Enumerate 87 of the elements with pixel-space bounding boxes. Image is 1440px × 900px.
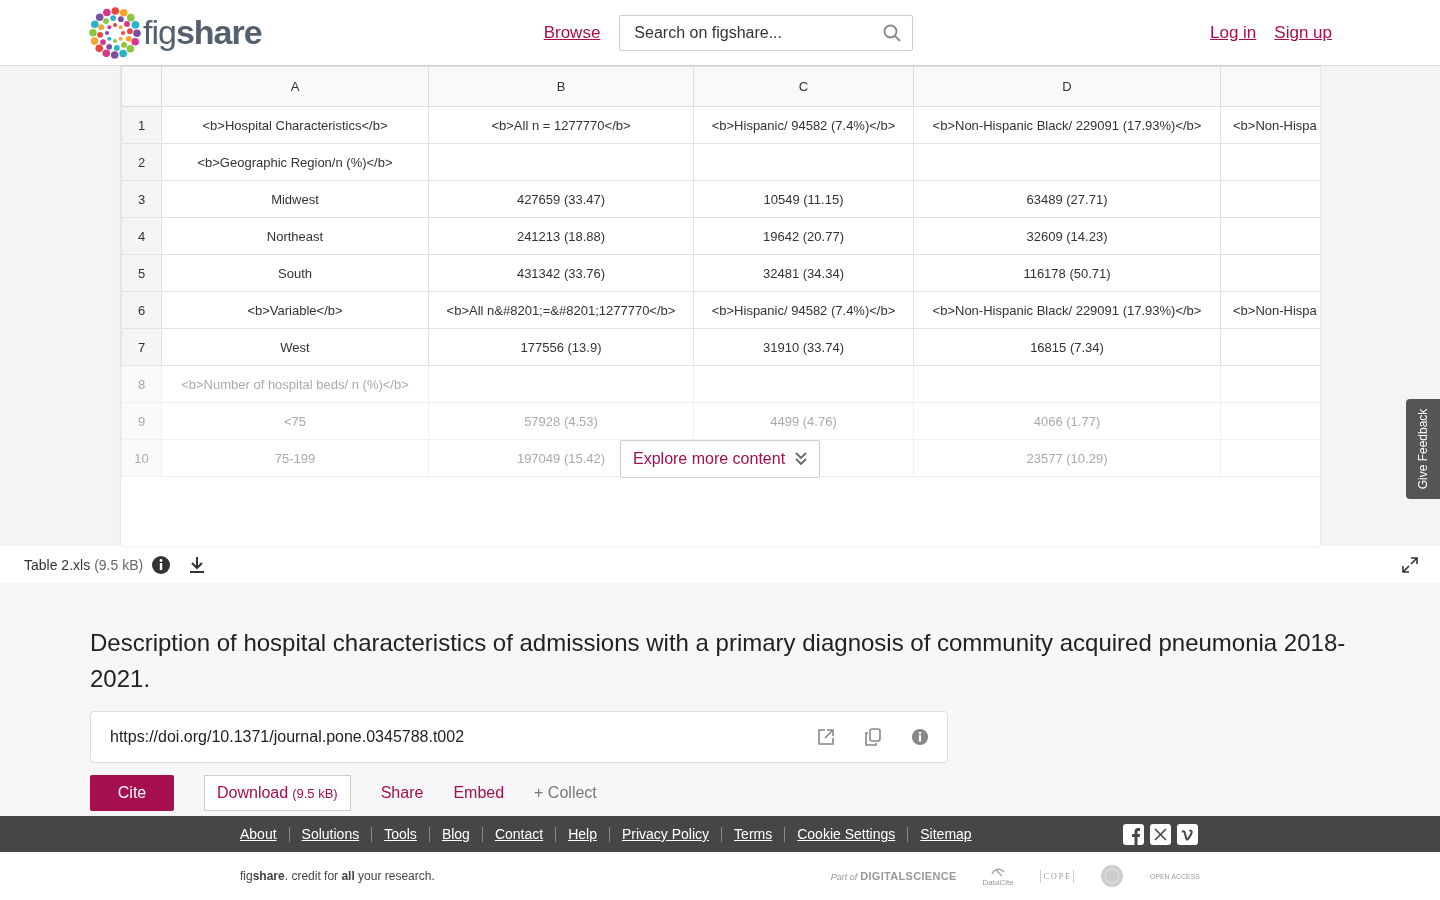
- column-header: A: [161, 66, 429, 107]
- footer-link[interactable]: Terms: [734, 826, 773, 842]
- cite-button[interactable]: Cite: [90, 775, 174, 811]
- table-cell: 32609 (14.23): [1026, 228, 1108, 244]
- table-cell: 4066 (1.77): [1033, 413, 1101, 429]
- browse-link[interactable]: Browse: [543, 22, 601, 43]
- table-cell: <b>Non-Hispanic Black/ 229091 (17.93%)</b>: [932, 117, 1202, 133]
- row-number: 7: [137, 339, 146, 355]
- facebook-icon[interactable]: [1123, 823, 1144, 845]
- file-size: (9.5 kB): [94, 556, 144, 573]
- action-link[interactable]: Share: [365, 775, 439, 811]
- row-number: 9: [137, 413, 146, 429]
- row-number: 3: [137, 191, 146, 207]
- x-icon[interactable]: [1150, 823, 1171, 845]
- column-header: D: [913, 66, 1221, 107]
- table-cell: 31910 (33.74): [763, 339, 844, 355]
- footer-link[interactable]: About: [240, 826, 277, 842]
- action-link[interactable]: Embed: [438, 775, 520, 811]
- feedback-tab[interactable]: Give Feedback: [1406, 399, 1440, 499]
- table-cell: <b>Non-Hispanic Black/ 229091 (17.93%)</b>: [932, 302, 1202, 318]
- table-cell: Midwest: [271, 191, 319, 207]
- table-cell: <b>Number of hospital beds/ n (%)</b>: [181, 376, 409, 392]
- row-number: 4: [137, 228, 146, 244]
- table-cell: 116178 (50.71): [1023, 265, 1111, 281]
- table-cell: 32481 (34.34): [763, 265, 844, 281]
- table-cell: <b>Variable</b>: [247, 302, 343, 318]
- footer-link[interactable]: Blog: [441, 826, 470, 842]
- doi-link[interactable]: https://doi.org/10.1371/journal.pone.0345788.t002: [110, 728, 787, 746]
- footer-link[interactable]: Tools: [384, 826, 417, 842]
- file-name: Table 2.xls: [24, 556, 91, 573]
- auth-link[interactable]: Sign up: [1274, 22, 1332, 43]
- table-cell: <b>All n&#8201;=&#8201;1277770</b>: [446, 302, 676, 318]
- row-number: 2: [137, 154, 146, 170]
- footer-tagline: figshare. credit for all your research.: [240, 869, 435, 883]
- footer-link[interactable]: Contact: [494, 826, 544, 842]
- table-cell: 23577 (10.29): [1026, 450, 1108, 466]
- footer-link[interactable]: Sitemap: [920, 826, 972, 842]
- info-icon[interactable]: [151, 554, 172, 575]
- vimeo-icon[interactable]: [1177, 823, 1198, 845]
- table-cell: <b>All n = 1277770</b>: [491, 117, 631, 133]
- copy-icon[interactable]: [865, 728, 881, 746]
- table-cell: South: [278, 265, 312, 281]
- collect-button[interactable]: + Collect: [519, 775, 612, 811]
- row-number: 1: [137, 117, 146, 133]
- logo-wordmark[interactable]: figshare: [143, 13, 262, 52]
- table-cell: <b>Geographic Region/n (%)</b>: [197, 154, 393, 170]
- table-cell: 431342 (33.76): [516, 265, 606, 281]
- download-button[interactable]: Download (9.5 kB): [204, 775, 351, 811]
- external-link-icon[interactable]: [817, 728, 835, 746]
- footer-link[interactable]: Privacy Policy: [621, 826, 710, 842]
- table-cell: 241213 (18.88): [516, 228, 606, 244]
- table-cell: <b>Non-Hispa: [1233, 302, 1317, 318]
- table-cell: <75: [283, 413, 307, 429]
- table-cell: 4499 (4.76): [770, 413, 837, 429]
- search-field[interactable]: Search on figshare...: [619, 14, 914, 51]
- search-icon[interactable]: [883, 23, 902, 42]
- table-cell: Northeast: [266, 228, 324, 244]
- table-cell: 63489 (27.71): [1026, 191, 1108, 207]
- auth-link[interactable]: Log in: [1210, 22, 1257, 43]
- footer-link[interactable]: Cookie Settings: [797, 826, 896, 842]
- footer-link[interactable]: Help: [568, 826, 597, 842]
- download-icon[interactable]: [189, 555, 206, 574]
- table-cell: 427659 (33.47): [516, 191, 606, 207]
- column-header: C: [693, 66, 914, 107]
- table-cell: 19642 (20.77): [763, 228, 844, 244]
- table-cell: <b>Non-Hispa: [1233, 117, 1317, 133]
- table-cell: <b>Hispanic/ 94582 (7.4%)</b>: [711, 117, 896, 133]
- table-cell: 57928 (4.53): [524, 413, 598, 429]
- table-cell: 10549 (11.15): [763, 191, 844, 207]
- row-number: 8: [137, 376, 146, 392]
- row-number: 6: [137, 302, 146, 318]
- table-cell: 75-199: [274, 450, 316, 466]
- table-cell: West: [280, 339, 310, 355]
- column-header: B: [428, 66, 694, 107]
- explore-more-button[interactable]: Explore more content: [620, 440, 821, 478]
- double-chevron-icon: [795, 452, 808, 466]
- row-number: 10: [134, 450, 149, 466]
- footer-link[interactable]: Solutions: [301, 826, 360, 842]
- table-cell: 197049 (15.42): [516, 450, 606, 466]
- table-cell: 16815 (7.34): [1030, 339, 1104, 355]
- table-cell: <b>Hospital Characteristics</b>: [202, 117, 388, 133]
- row-number: 5: [137, 265, 146, 281]
- expand-icon[interactable]: [1402, 556, 1418, 573]
- logo-icon: [89, 6, 141, 59]
- table-cell: 177556 (13.9): [520, 339, 602, 355]
- item-title: Description of hospital characteristics of admissions with a primary diagnosis of community acquired pneumonia 2018-2021.: [90, 628, 1347, 694]
- table-cell: <b>Hispanic/ 94582 (7.4%)</b>: [711, 302, 896, 318]
